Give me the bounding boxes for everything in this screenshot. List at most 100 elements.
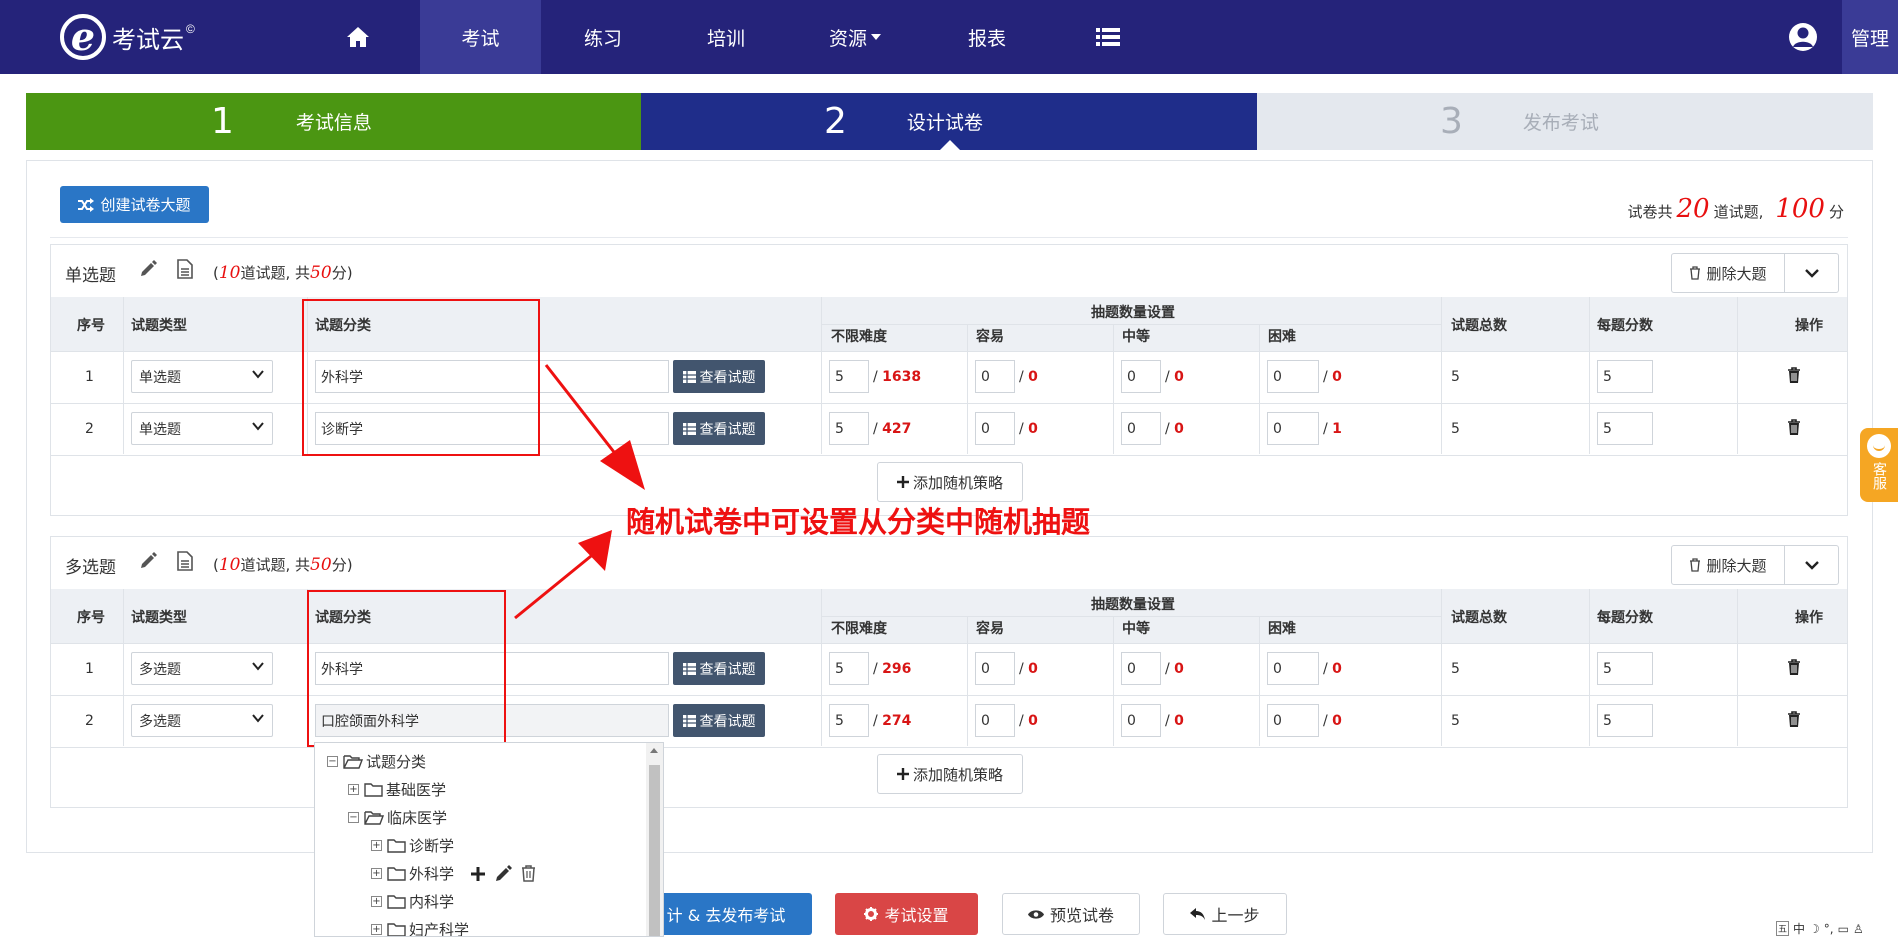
tree-node[interactable]: + 妇产科学 (371, 919, 469, 936)
previous-step-button[interactable]: 上一步 (1163, 893, 1287, 935)
unlimited-count-input[interactable]: 5 (829, 412, 869, 445)
tree-expand-toggle[interactable]: + (348, 784, 359, 795)
step-2[interactable]: 2 设计试卷 (641, 93, 1257, 151)
tree-expand-toggle[interactable]: + (371, 840, 382, 851)
medium-count-input[interactable]: 0 (1121, 360, 1161, 393)
col-ops: 操作 (1795, 318, 1823, 334)
scroll-up-arrow-icon[interactable] (650, 748, 658, 753)
total-count: 5 (1451, 661, 1460, 677)
section-header: 单选题 (10道试题, 共50分) 删除大题 (51, 245, 1847, 297)
collapse-toggle[interactable] (1785, 545, 1839, 585)
score-each-input[interactable]: 5 (1597, 412, 1653, 445)
easy-count-input[interactable]: 0 (975, 360, 1015, 393)
section-header: 多选题 (10道试题, 共50分) 删除大题 (51, 537, 1847, 589)
easy-count-input[interactable]: 0 (975, 412, 1015, 445)
tree-node[interactable]: − 试题分类 (327, 751, 426, 772)
view-questions-button[interactable]: 查看试题 (673, 360, 765, 393)
summary-prefix: 试卷共 (1627, 203, 1673, 221)
create-section-button[interactable]: 创建试卷大题 (60, 186, 209, 223)
question-type-select[interactable]: 单选题 (131, 412, 273, 445)
save-and-publish-button[interactable]: 计 & 去发布考试 (640, 893, 812, 935)
add-random-strategy-button[interactable]: 添加随机策略 (877, 462, 1023, 502)
trash-icon[interactable] (521, 865, 536, 882)
trash-icon[interactable] (1787, 659, 1801, 680)
step-1[interactable]: 1 考试信息 (26, 93, 641, 150)
hard-available: / 0 (1323, 713, 1342, 729)
divider (50, 237, 1848, 238)
nav-home[interactable] (298, 0, 418, 74)
home-icon (347, 27, 369, 47)
document-icon[interactable] (177, 259, 193, 283)
easy-count-input[interactable]: 0 (975, 652, 1015, 685)
step-3[interactable]: 3 发布考试 (1257, 93, 1873, 150)
unlimited-count-input[interactable]: 5 (829, 360, 869, 393)
hard-count-input[interactable]: 0 (1267, 412, 1319, 445)
category-tree-dropdown[interactable]: − 试题分类 + 基础医学 − 临床医学 + 诊断学 + 外科学 + 内科学 +… (314, 742, 664, 937)
tree-node[interactable]: + 外科学 (371, 863, 536, 884)
medium-count-input[interactable]: 0 (1121, 412, 1161, 445)
medium-count-value: 0 (1127, 712, 1136, 729)
unlimited-count-input[interactable]: 5 (829, 704, 869, 737)
add-random-strategy-button[interactable]: 添加随机策略 (877, 754, 1023, 794)
preview-paper-button[interactable]: 预览试卷 (1002, 893, 1140, 935)
hard-count-input[interactable]: 0 (1267, 360, 1319, 393)
step-1-label: 考试信息 (295, 112, 372, 134)
nav-practice[interactable]: 练习 (541, 0, 665, 74)
medium-count-input[interactable]: 0 (1121, 652, 1161, 685)
nav-training[interactable]: 培训 (665, 0, 787, 74)
logo[interactable]: e 考试云 © (60, 12, 195, 62)
view-questions-button[interactable]: 查看试题 (673, 652, 765, 685)
hard-count-input[interactable]: 0 (1267, 652, 1319, 685)
tree-node[interactable]: + 诊断学 (371, 835, 454, 856)
scrollbar-thumb[interactable] (649, 765, 660, 936)
nav-reports[interactable]: 报表 (924, 0, 1050, 74)
score-each-input[interactable]: 5 (1597, 360, 1653, 393)
easy-available: / 0 (1019, 369, 1038, 385)
hard-count-input[interactable]: 0 (1267, 704, 1319, 737)
document-icon[interactable] (177, 551, 193, 575)
tree-expand-toggle[interactable]: + (371, 924, 382, 935)
question-type-select[interactable]: 多选题 (131, 704, 273, 737)
view-questions-button[interactable]: 查看试题 (673, 704, 765, 737)
easy-available-count: 0 (1028, 713, 1038, 729)
exam-settings-button[interactable]: 考试设置 (835, 893, 978, 935)
pencil-icon[interactable] (494, 864, 513, 883)
tree-collapse-toggle[interactable]: − (348, 812, 359, 823)
admin-menu[interactable]: 管理 (1842, 0, 1898, 74)
nav-more[interactable] (1050, 0, 1166, 74)
medium-count-input[interactable]: 0 (1121, 704, 1161, 737)
collapse-toggle[interactable] (1785, 253, 1839, 293)
view-questions-label: 查看试题 (699, 713, 756, 730)
easy-count-input[interactable]: 0 (975, 704, 1015, 737)
tree-expand-toggle[interactable]: + (371, 868, 382, 879)
view-questions-button[interactable]: 查看试题 (673, 412, 765, 445)
ime-indicator: 五 中 ☽ °, ▭ ♙ (1776, 920, 1864, 937)
delete-section-button[interactable]: 删除大题 (1671, 545, 1785, 585)
trash-icon[interactable] (1787, 711, 1801, 732)
tree-node[interactable]: + 基础医学 (348, 779, 446, 800)
tree-node[interactable]: − 临床医学 (348, 807, 447, 828)
nav-exam[interactable]: 考试 (420, 0, 541, 74)
score-each-input[interactable]: 5 (1597, 704, 1653, 737)
col-ops: 操作 (1795, 610, 1823, 626)
hard-available-count: 0 (1332, 713, 1342, 729)
tree-scrollbar[interactable] (646, 743, 663, 936)
pencil-icon[interactable] (139, 260, 157, 282)
customer-service-tab[interactable]: 客服 (1860, 428, 1898, 502)
question-type-select[interactable]: 单选题 (131, 360, 273, 393)
tree-node-label: 内科学 (409, 893, 455, 911)
score-each-input[interactable]: 5 (1597, 652, 1653, 685)
summary-mid: 道试题, (1713, 203, 1764, 221)
add-node-icon[interactable] (470, 866, 486, 882)
trash-icon[interactable] (1787, 367, 1801, 388)
user-menu[interactable] (1780, 0, 1826, 74)
nav-resources[interactable]: 资源 (787, 0, 924, 74)
tree-node[interactable]: + 内科学 (371, 891, 454, 912)
delete-section-button[interactable]: 删除大题 (1671, 253, 1785, 293)
pencil-icon[interactable] (139, 552, 157, 574)
question-type-select[interactable]: 多选题 (131, 652, 273, 685)
tree-collapse-toggle[interactable]: − (327, 756, 338, 767)
tree-expand-toggle[interactable]: + (371, 896, 382, 907)
trash-icon[interactable] (1787, 419, 1801, 440)
unlimited-count-input[interactable]: 5 (829, 652, 869, 685)
